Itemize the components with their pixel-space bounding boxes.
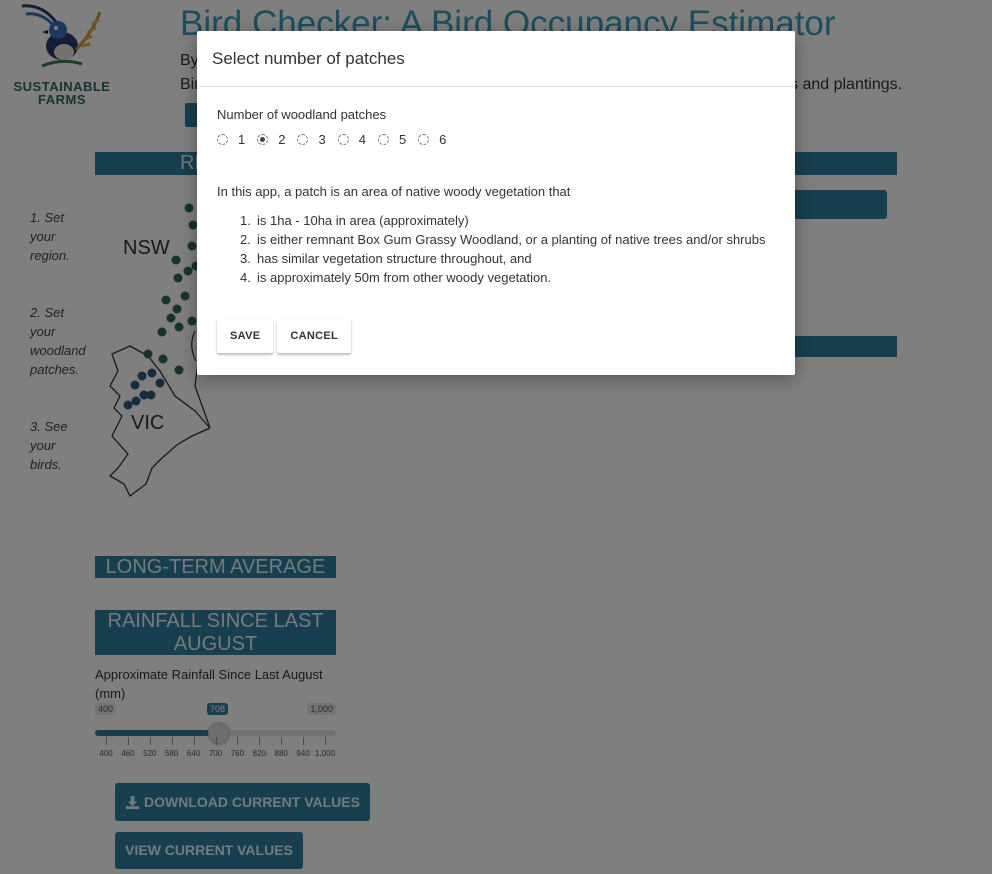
patch-definition-list: 1. is 1ha - 10ha in area (approximately) 2… xyxy=(217,211,777,287)
patches-option-5[interactable]: 5 xyxy=(377,131,407,147)
save-button[interactable]: SAVE xyxy=(217,319,274,353)
radio-label: 5 xyxy=(398,131,407,147)
patch-definition-item: 3. has similar vegetation structure throu… xyxy=(240,251,532,266)
radio-circle[interactable] xyxy=(257,133,269,145)
radio-circle[interactable] xyxy=(377,133,389,145)
cancel-button[interactable]: CANCEL xyxy=(277,319,351,353)
select-patches-dialog: Select number of patches Number of woodl… xyxy=(197,31,795,375)
radio-label: 4 xyxy=(358,131,366,147)
dialog-body: Number of woodland patches 1 2 3 4 5 6 In thi… xyxy=(217,107,777,287)
patches-option-2[interactable]: 2 xyxy=(257,132,285,147)
radio-label: 6 xyxy=(439,131,447,147)
patch-definition-intro: In this app, a patch is an area of nativ… xyxy=(217,184,571,199)
radio-circle[interactable] xyxy=(418,133,430,145)
patch-definition-item: 2. is either remnant Box Gum Grassy Woodl… xyxy=(240,232,766,247)
radio-circle[interactable] xyxy=(217,133,228,145)
patches-option-4[interactable]: 4 xyxy=(337,131,366,147)
patches-option-1[interactable]: 1 xyxy=(217,132,245,147)
radio-label: 1 xyxy=(238,131,246,147)
patches-field-label: Number of woodland patches xyxy=(217,107,387,122)
patches-option-6[interactable]: 6 xyxy=(418,132,446,147)
dialog-title: Select number of patches xyxy=(197,31,795,87)
radio-circle[interactable] xyxy=(337,133,349,145)
patches-radio-group: 1 2 3 4 5 6 xyxy=(217,131,777,147)
dialog-footer: SAVE CANCEL xyxy=(217,319,355,353)
radio-label: 3 xyxy=(318,131,326,147)
radio-label: 2 xyxy=(278,131,286,147)
patch-definition-item: 4. is approximately 50m from other woody … xyxy=(240,270,552,285)
radio-circle[interactable] xyxy=(297,133,309,145)
patch-definition-item: 1. is 1ha - 10ha in area (approximately) xyxy=(240,213,469,228)
patches-option-3[interactable]: 3 xyxy=(297,131,326,147)
